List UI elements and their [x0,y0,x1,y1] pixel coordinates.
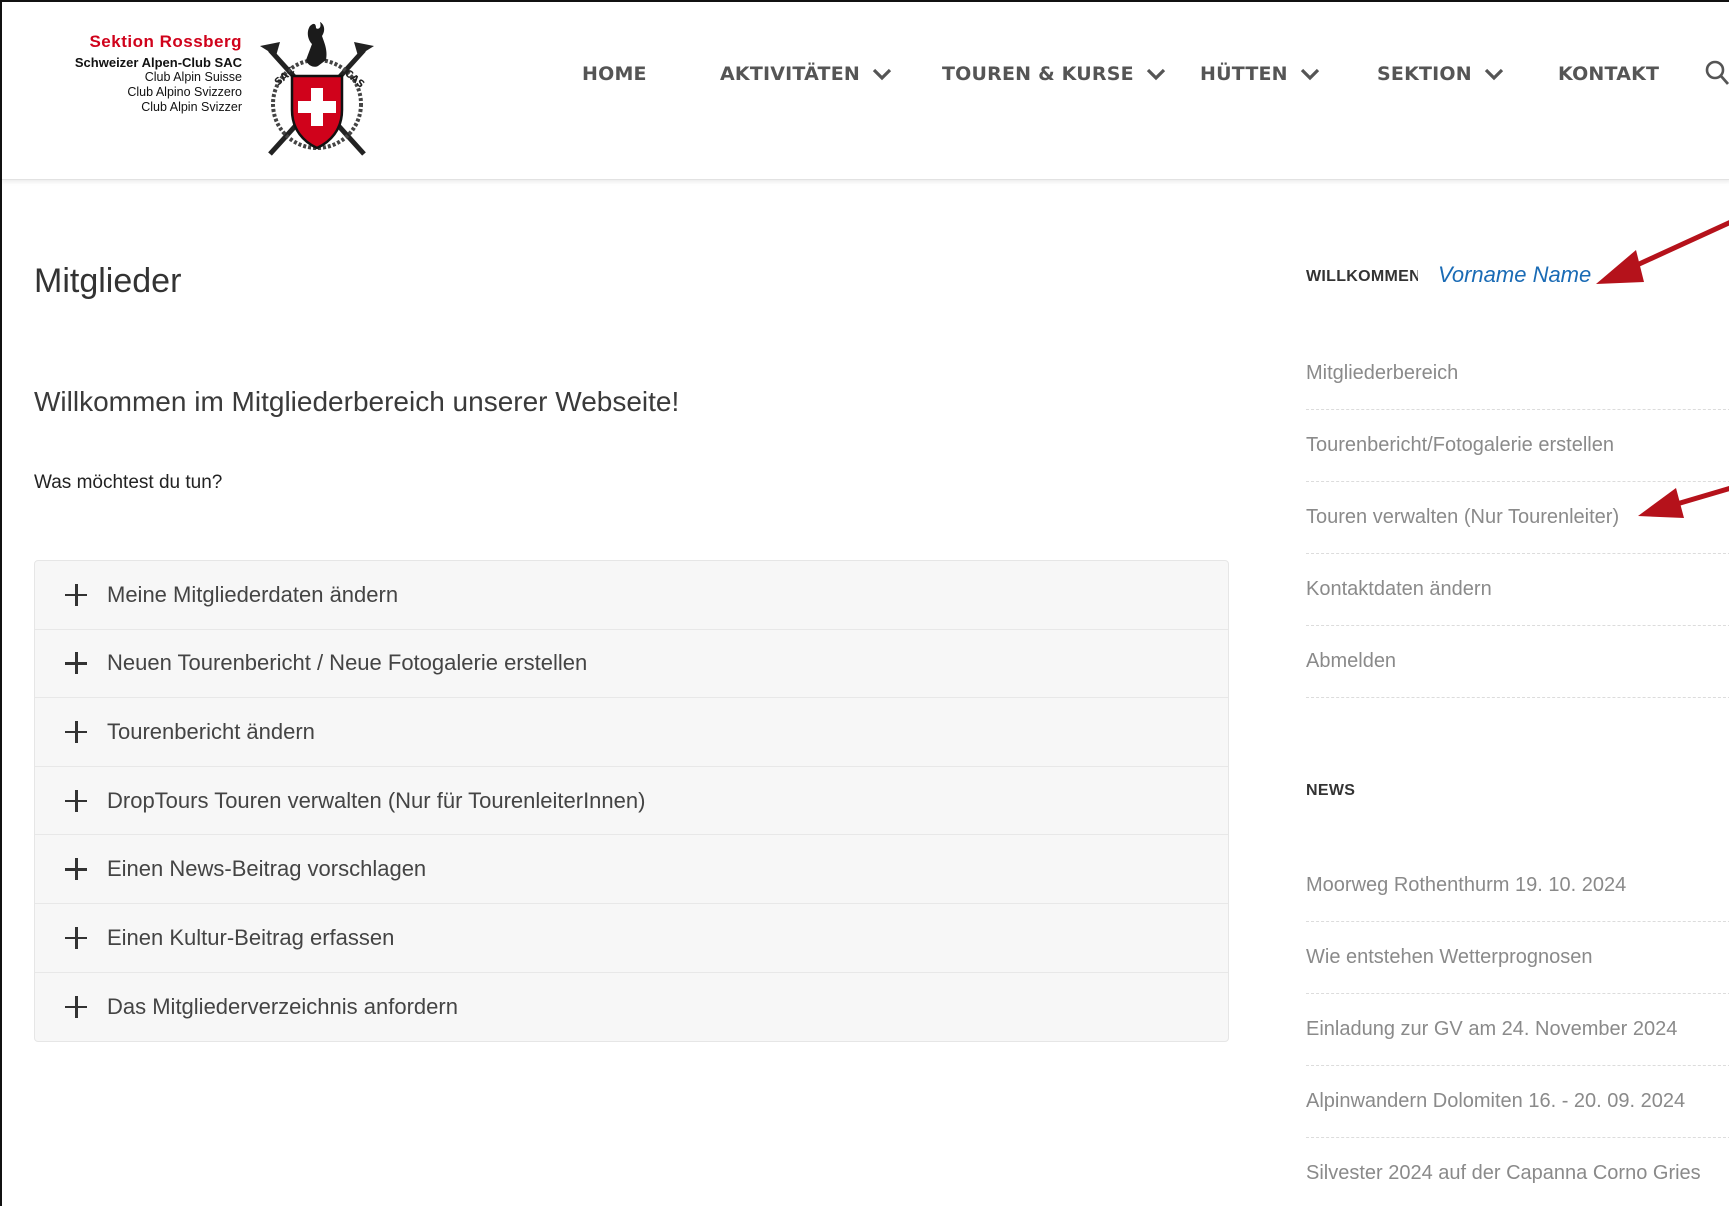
accordion-item-tourenbericht-erstellen[interactable]: Neuen Tourenbericht / Neue Fotogalerie e… [35,630,1228,699]
nav-sektion[interactable]: SEKTION [1377,54,1504,94]
nav-touren-kurse-label: TOUREN & KURSE [942,63,1134,85]
accordion-item-label: Das Mitgliederverzeichnis anfordern [107,993,458,1019]
accordion-item-label: Neuen Tourenbericht / Neue Fotogalerie e… [107,650,588,676]
plus-icon [65,995,87,1018]
accordion-item-label: DropTours Touren verwalten (Nur für Tour… [107,787,646,813]
accordion-item-label: Einen Kultur-Beitrag erfassen [107,924,395,950]
logo-club-name: Schweizer Alpen-Club SAC [74,55,242,70]
accordion-item-label: Einen News-Beitrag vorschlagen [107,856,427,882]
nav-huetten-label: HÜTTEN [1200,63,1288,85]
search-icon[interactable] [1704,58,1729,88]
accordion-item-label: Meine Mitgliederdaten ändern [107,581,399,607]
sac-emblem-icon[interactable]: SAC CAS [256,20,378,162]
logo-line-fr: Club Alpin Suisse [144,70,242,84]
accordion-item-news-beitrag[interactable]: Einen News-Beitrag vorschlagen [35,835,1228,904]
annotation-arrow-icon [1638,485,1729,518]
news-item[interactable]: Silvester 2024 auf der Capanna Corno Gri… [1306,1138,1729,1206]
accordion-item-label: Tourenbericht ändern [107,718,315,744]
logo-section-name: Sektion Rossberg [89,32,242,51]
nav-sektion-label: SEKTION [1377,63,1472,85]
svg-text:CAS: CAS [342,68,366,91]
chevron-down-icon [1484,68,1504,81]
nav-touren-kurse[interactable]: TOUREN & KURSE [942,54,1166,94]
plus-icon [65,926,87,949]
nav-huetten[interactable]: HÜTTEN [1200,54,1320,94]
accordion-item-kultur-beitrag[interactable]: Einen Kultur-Beitrag erfassen [35,904,1228,973]
question-text: Was möchtest du tun? [34,472,223,493]
nav-aktivitaeten-label: AKTIVITÄTEN [720,63,860,85]
plus-icon [65,720,87,743]
sidebar-username: Vorname Name [1438,262,1592,287]
nav-home[interactable]: HOME [582,54,647,94]
news-item[interactable]: Einladung zur GV am 24. November 2024 [1306,994,1729,1066]
news-item[interactable]: Wie entstehen Wetterprognosen [1306,922,1729,994]
plus-icon [65,583,87,606]
nav-kontakt[interactable]: KONTAKT [1558,54,1659,94]
plus-icon [65,789,87,812]
accordion-item-mitgliederdaten[interactable]: Meine Mitgliederdaten ändern [35,561,1228,630]
plus-icon [65,858,87,881]
sidebar-welcome-label: WILLKOMMEN [1306,268,1418,285]
site-logo[interactable]: Sektion Rossberg Schweizer Alpen-Club SA… [38,32,242,115]
logo-line-it: Club Alpino Svizzero [127,85,242,99]
site-header: Sektion Rossberg Schweizer Alpen-Club SA… [2,2,1729,180]
chevron-down-icon [1146,68,1165,81]
sidebar-news-list: Moorweg Rothenthurm 19. 10. 2024 Wie ent… [1306,850,1729,1206]
nav-kontakt-label: KONTAKT [1558,63,1660,85]
nav-aktivitaeten[interactable]: AKTIVITÄTEN [720,54,892,94]
sidebar-item-mitgliederbereich[interactable]: Mitgliederbereich [1306,338,1729,410]
member-actions-accordion: Meine Mitgliederdaten ändern Neuen Toure… [34,560,1229,1043]
sidebar-item-kontaktdaten[interactable]: Kontaktdaten ändern [1306,554,1729,626]
nav-home-label: HOME [582,63,647,85]
browser-page: Sektion Rossberg Schweizer Alpen-Club SA… [0,0,1729,1206]
chevron-down-icon [872,68,892,81]
annotation-arrow-icon [1596,220,1729,284]
news-item[interactable]: Alpinwandern Dolomiten 16. - 20. 09. 202… [1306,1066,1729,1138]
accordion-item-droptours[interactable]: DropTours Touren verwalten (Nur für Tour… [35,767,1228,836]
logo-line-rm: Club Alpin Svizzer [141,100,242,114]
plus-icon [65,652,87,675]
sidebar-news-title: NEWS [1306,782,1356,799]
chevron-down-icon [1300,68,1319,81]
accordion-item-mitgliederverzeichnis[interactable]: Das Mitgliederverzeichnis anfordern [35,973,1228,1042]
page-title: Mitglieder [34,262,182,300]
sidebar-item-abmelden[interactable]: Abmelden [1306,626,1729,698]
news-item[interactable]: Moorweg Rothenthurm 19. 10. 2024 [1306,850,1729,922]
welcome-heading: Willkommen im Mitgliederbereich unserer … [34,386,680,417]
accordion-item-tourenbericht-aendern[interactable]: Tourenbericht ändern [35,698,1228,767]
